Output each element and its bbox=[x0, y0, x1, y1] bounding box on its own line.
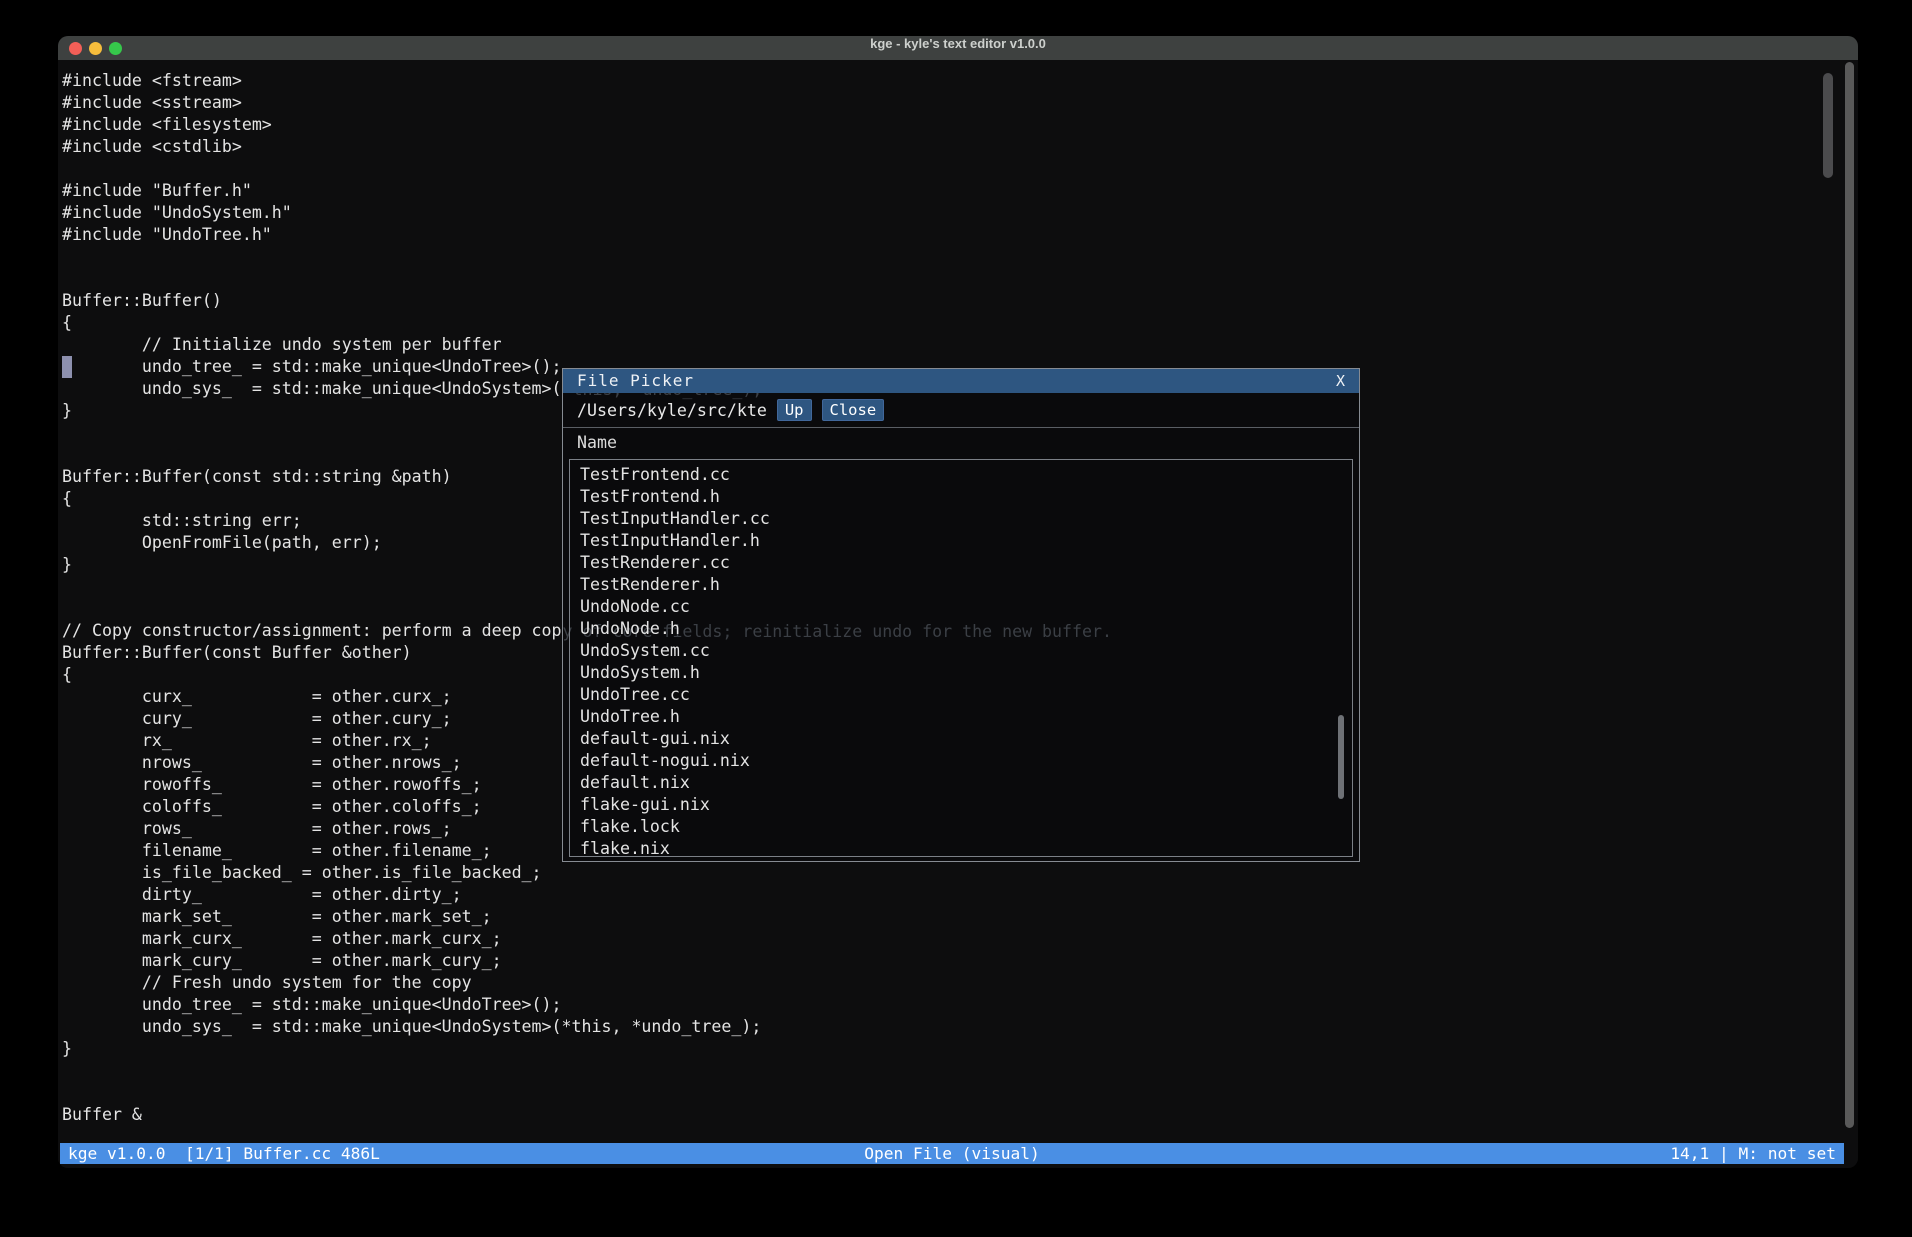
window-titlebar[interactable]: kge - kyle's text editor v1.0.0 bbox=[58, 36, 1858, 60]
zoom-window-button[interactable] bbox=[109, 42, 122, 55]
code-line: mark_cury_ = other.mark_cury_; bbox=[62, 950, 1858, 972]
file-list-item[interactable]: UndoNode.h bbox=[580, 618, 1352, 640]
code-line: } bbox=[62, 1038, 1858, 1060]
code-line bbox=[62, 1082, 1858, 1104]
file-picker-dialog: (*this, *undo_tree_);y of core fields; r… bbox=[562, 368, 1360, 862]
minimize-window-button[interactable] bbox=[89, 42, 102, 55]
current-path: /Users/kyle/src/kte bbox=[577, 401, 767, 420]
code-line: { bbox=[62, 312, 1858, 334]
file-list-item[interactable]: UndoSystem.cc bbox=[580, 640, 1352, 662]
code-line: // Fresh undo system for the copy bbox=[62, 972, 1858, 994]
status-cursor-position: 14,1 | M: not set bbox=[1670, 1143, 1844, 1164]
code-line bbox=[62, 246, 1858, 268]
file-list-item[interactable]: TestFrontend.cc bbox=[580, 464, 1352, 486]
code-line: #include "UndoSystem.h" bbox=[62, 202, 1858, 224]
file-list-item[interactable]: TestInputHandler.h bbox=[580, 530, 1352, 552]
editor-window: kge - kyle's text editor v1.0.0 #include… bbox=[58, 36, 1858, 1168]
code-line: Buffer::Buffer() bbox=[62, 290, 1858, 312]
code-line: #include "UndoTree.h" bbox=[62, 224, 1858, 246]
code-line bbox=[62, 158, 1858, 180]
file-list-item[interactable]: UndoTree.h bbox=[580, 706, 1352, 728]
file-list-item[interactable]: flake.nix bbox=[580, 838, 1352, 857]
file-picker-titlebar[interactable]: File Picker X bbox=[563, 369, 1359, 393]
file-list-item[interactable]: default-gui.nix bbox=[580, 728, 1352, 750]
file-list-item[interactable]: flake.lock bbox=[580, 816, 1352, 838]
path-row: /Users/kyle/src/kte Up Close bbox=[563, 393, 1359, 427]
desktop-background: kge - kyle's text editor v1.0.0 #include… bbox=[0, 0, 1912, 1237]
code-line: #include <sstream> bbox=[62, 92, 1858, 114]
code-line bbox=[62, 1060, 1858, 1082]
code-line: undo_sys_ = std::make_unique<UndoSystem>… bbox=[62, 1016, 1858, 1038]
status-mode: Open File (visual) bbox=[60, 1143, 1844, 1164]
file-list-item[interactable]: default.nix bbox=[580, 772, 1352, 794]
close-window-button[interactable] bbox=[69, 42, 82, 55]
code-line: is_file_backed_ = other.is_file_backed_; bbox=[62, 862, 1858, 884]
text-cursor bbox=[62, 356, 72, 378]
code-line: Buffer & bbox=[62, 1104, 1858, 1126]
code-line: mark_set_ = other.mark_set_; bbox=[62, 906, 1858, 928]
file-list-item[interactable]: default-nogui.nix bbox=[580, 750, 1352, 772]
file-list-item[interactable]: flake-gui.nix bbox=[580, 794, 1352, 816]
traffic-lights bbox=[69, 36, 122, 60]
file-list-item[interactable]: TestRenderer.cc bbox=[580, 552, 1352, 574]
code-line: mark_curx_ = other.mark_curx_; bbox=[62, 928, 1858, 950]
status-bar: kge v1.0.0 [1/1] Buffer.cc 486L Open Fil… bbox=[60, 1143, 1844, 1164]
code-line: dirty_ = other.dirty_; bbox=[62, 884, 1858, 906]
editor-scrollbar-thumb[interactable] bbox=[1823, 73, 1833, 178]
file-list-item[interactable]: UndoTree.cc bbox=[580, 684, 1352, 706]
close-button[interactable]: Close bbox=[822, 399, 885, 421]
file-list-item[interactable]: TestRenderer.h bbox=[580, 574, 1352, 596]
file-list-item[interactable]: TestInputHandler.cc bbox=[580, 508, 1352, 530]
file-list-item[interactable]: TestFrontend.h bbox=[580, 486, 1352, 508]
file-list[interactable]: TestFrontend.ccTestFrontend.hTestInputHa… bbox=[569, 459, 1353, 857]
file-list-scrollbar-thumb[interactable] bbox=[1338, 715, 1344, 799]
editor-viewport: #include <fstream>#include <sstream>#inc… bbox=[58, 60, 1858, 1168]
file-list-item[interactable]: UndoSystem.h bbox=[580, 662, 1352, 684]
close-icon[interactable]: X bbox=[1336, 369, 1345, 393]
name-column-header: Name bbox=[563, 428, 1359, 457]
window-scrollbar[interactable] bbox=[1845, 62, 1854, 1128]
code-line: // Initialize undo system per buffer bbox=[62, 334, 1858, 356]
code-line bbox=[62, 268, 1858, 290]
code-line: #include <filesystem> bbox=[62, 114, 1858, 136]
window-title: kge - kyle's text editor v1.0.0 bbox=[58, 36, 1858, 60]
up-button[interactable]: Up bbox=[777, 399, 812, 421]
code-line: #include <fstream> bbox=[62, 70, 1858, 92]
file-picker-title: File Picker bbox=[577, 369, 694, 393]
code-line: undo_tree_ = std::make_unique<UndoTree>(… bbox=[62, 994, 1858, 1016]
code-line: #include <cstdlib> bbox=[62, 136, 1858, 158]
code-line: #include "Buffer.h" bbox=[62, 180, 1858, 202]
file-list-item[interactable]: UndoNode.cc bbox=[580, 596, 1352, 618]
